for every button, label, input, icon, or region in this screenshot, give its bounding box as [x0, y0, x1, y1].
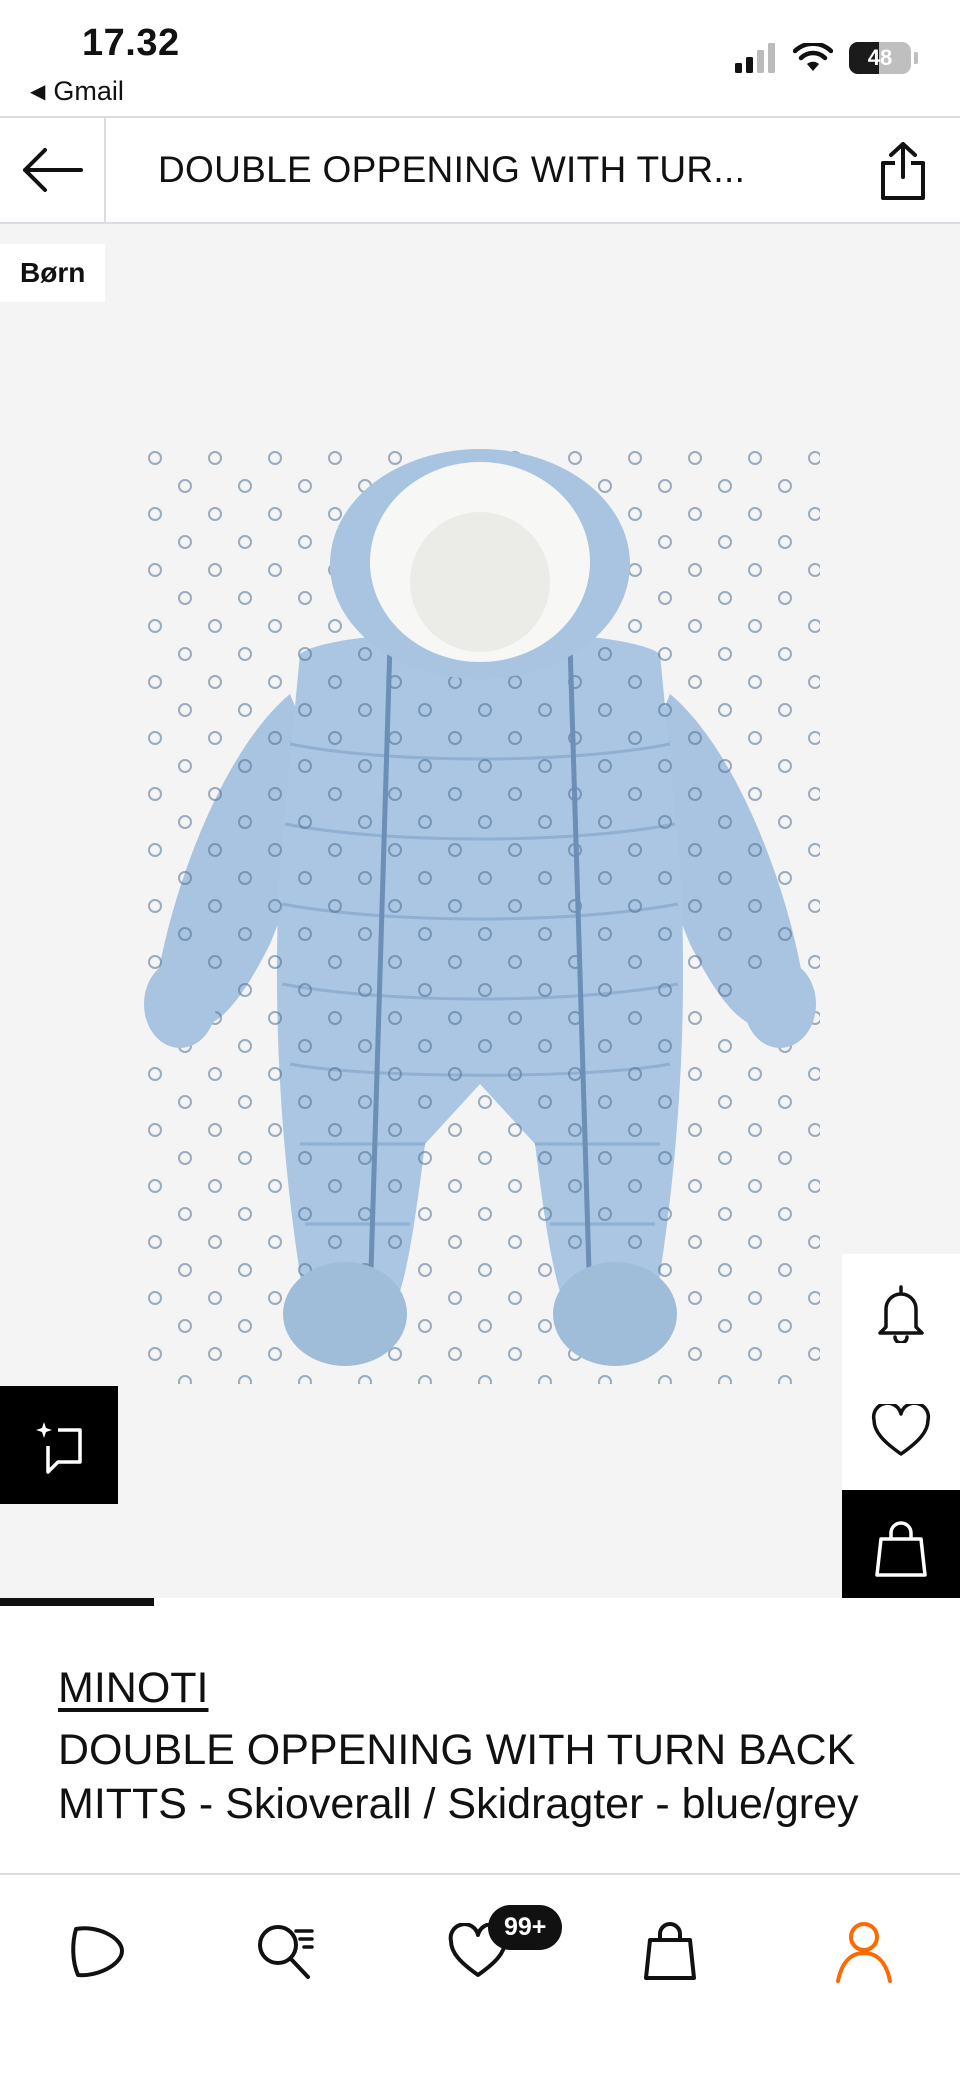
- category-badge: Børn: [0, 244, 106, 302]
- search-icon: [258, 1925, 314, 1979]
- wifi-icon: [793, 43, 833, 71]
- brand-link[interactable]: MINOTI: [58, 1664, 208, 1713]
- sparkle-chat-icon: [36, 1422, 82, 1474]
- back-button[interactable]: [0, 118, 106, 222]
- nav-account[interactable]: [824, 1911, 904, 1991]
- top-header: DOUBLE OPPENING WITH TUR...: [0, 116, 960, 224]
- share-button[interactable]: [876, 140, 930, 202]
- product-image[interactable]: [140, 444, 820, 1384]
- heart-icon: [871, 1404, 931, 1456]
- status-bar: 17.32 ◀ Gmail 48: [0, 0, 960, 116]
- account-icon: [836, 1922, 892, 1983]
- status-icons: 48: [735, 42, 918, 74]
- shopping-bag-icon: [875, 1521, 927, 1577]
- product-info: MINOTI DOUBLE OPPENING WITH TURN BACK MI…: [58, 1664, 918, 1831]
- cellular-signal-icon: [735, 43, 775, 73]
- status-time: 17.32: [82, 22, 180, 64]
- battery-icon: 48: [849, 42, 911, 74]
- gallery-progress-fill: [0, 1598, 154, 1606]
- notify-button[interactable]: [842, 1254, 960, 1372]
- bag-icon: [644, 1922, 696, 1980]
- bottom-nav: 99+: [0, 1873, 960, 2078]
- ai-assistant-button[interactable]: [0, 1386, 118, 1504]
- bell-icon: [878, 1285, 924, 1343]
- back-triangle-icon: ◀: [30, 81, 46, 103]
- share-icon: [881, 142, 925, 200]
- product-name: DOUBLE OPPENING WITH TURN BACK MITTS - S…: [58, 1726, 859, 1828]
- wishlist-toggle-button[interactable]: [842, 1372, 960, 1490]
- nav-home[interactable]: [56, 1911, 136, 1991]
- add-to-bag-button[interactable]: [842, 1490, 960, 1606]
- battery-level: 48: [867, 45, 893, 70]
- battery-tip: [914, 52, 918, 64]
- side-actions: [842, 1254, 960, 1606]
- back-app-label: Gmail: [53, 76, 124, 106]
- home-icon: [71, 1926, 124, 1978]
- nav-search[interactable]: [246, 1911, 326, 1991]
- product-gallery[interactable]: Børn: [0, 224, 960, 1606]
- gallery-progress: [0, 1598, 960, 1606]
- arrow-left-icon: [23, 148, 83, 192]
- back-to-app-link[interactable]: ◀ Gmail: [30, 76, 124, 107]
- wishlist-count-badge: 99+: [488, 1905, 563, 1950]
- nav-bag[interactable]: [630, 1911, 710, 1991]
- page-title: DOUBLE OPPENING WITH TUR...: [158, 149, 746, 190]
